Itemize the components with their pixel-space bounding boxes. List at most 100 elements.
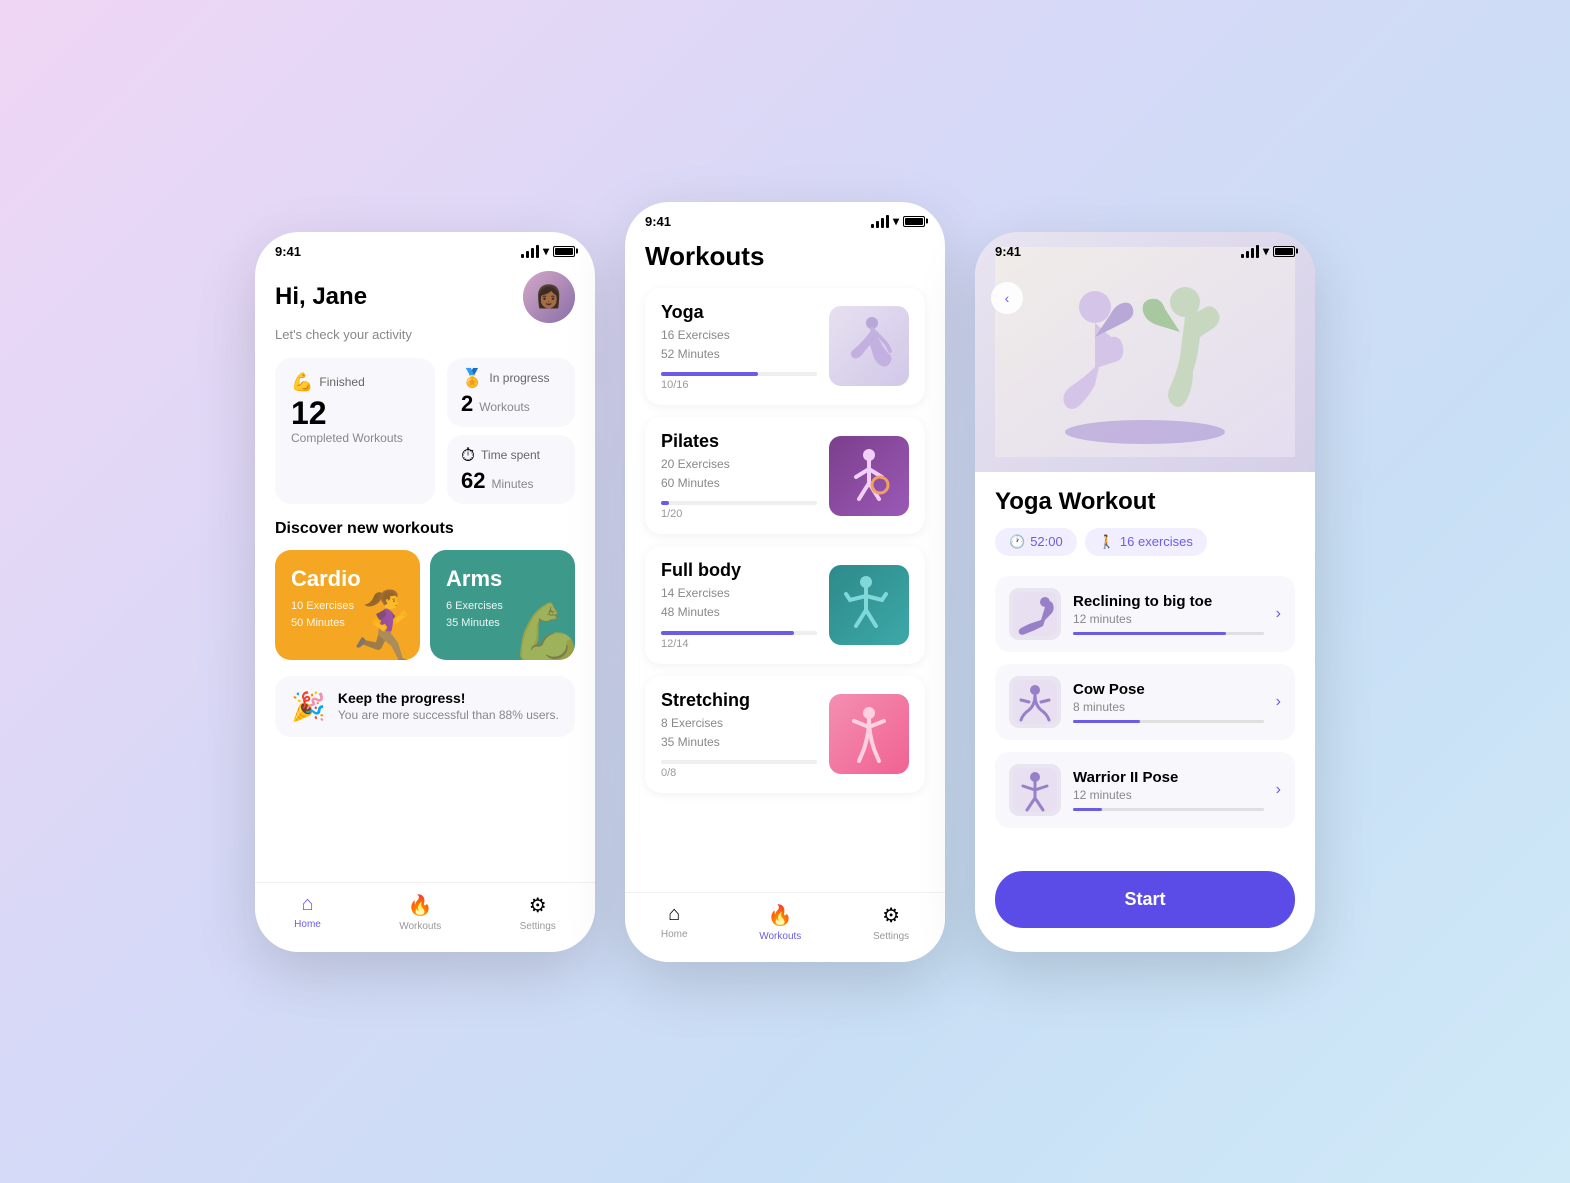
workouts-label-2: Workouts: [759, 931, 801, 942]
chevron-right-2[interactable]: ›: [1276, 693, 1281, 711]
yoga-exercises-label: 16 exercises: [1120, 534, 1193, 549]
yoga-info: Yoga 16 Exercises52 Minutes 10/16: [661, 302, 817, 391]
yoga-progress-bar: [661, 372, 817, 376]
exercise-thumb-2: [1009, 676, 1061, 728]
pilates-item[interactable]: Pilates 20 Exercises60 Minutes 1/20: [645, 417, 925, 534]
fullbody-progress-bar: [661, 631, 817, 635]
status-bar-3: 9:41 ▾: [975, 232, 1315, 263]
clock-icon: 🕐: [1009, 534, 1025, 550]
cow-pose-figure: [1013, 680, 1057, 724]
stretching-figure-svg: [834, 699, 904, 769]
chevron-right-1[interactable]: ›: [1276, 605, 1281, 623]
exercise-info-2: Cow Pose 8 minutes: [1073, 681, 1264, 723]
right-stats: 🏅 In progress 2 Workouts ⏱ Time spent: [447, 358, 575, 504]
nav-settings-2[interactable]: ⚙ Settings: [873, 903, 909, 942]
yoga-figure-svg: [834, 311, 904, 381]
promo-icon: 🎉: [291, 690, 326, 723]
bottom-nav-1: ⌂ Home 🔥 Workouts ⚙ Settings: [255, 882, 595, 952]
settings-label-2: Settings: [873, 931, 909, 942]
exercise-progress-bar-1: [1073, 632, 1264, 635]
fullbody-thumbnail: [829, 565, 909, 645]
yoga-exercises-tag: 🚶 16 exercises: [1085, 528, 1207, 556]
stretching-name: Stretching: [661, 690, 817, 711]
pilates-progress-fill: [661, 501, 669, 505]
exercise-item-2[interactable]: Cow Pose 8 minutes ›: [995, 664, 1295, 740]
home-content: Hi, Jane 👩🏾 Let's check your activity 💪 …: [255, 271, 595, 757]
exercise-progress-fill-3: [1073, 808, 1102, 811]
nav-workouts-1[interactable]: 🔥 Workouts: [399, 893, 441, 932]
fullbody-progress-fill: [661, 631, 794, 635]
nav-home-1[interactable]: ⌂ Home: [294, 893, 321, 932]
yoga-item[interactable]: Yoga 16 Exercises52 Minutes 10/16: [645, 288, 925, 405]
status-bar-2: 9:41 ▾: [625, 202, 945, 233]
stretching-progress-label: 0/8: [661, 767, 817, 779]
workouts-content: Workouts Yoga 16 Exercises52 Minutes 10/…: [625, 241, 945, 794]
arms-card[interactable]: Arms 6 Exercises35 Minutes 💪: [430, 550, 575, 660]
home-icon: ⌂: [301, 893, 313, 916]
pilates-info: Pilates 20 Exercises60 Minutes 1/20: [661, 431, 817, 520]
cardio-figure: 🏃‍♀️: [343, 588, 420, 660]
yoga-progress-label: 10/16: [661, 379, 817, 391]
battery-icon-3: [1273, 246, 1295, 257]
yoga-hero-illustration: [995, 247, 1295, 457]
fullbody-detail: 14 Exercises48 Minutes: [661, 584, 817, 622]
timespent-label-row: ⏱ Time spent: [461, 445, 561, 466]
stretching-thumbnail: [829, 694, 909, 774]
time-1: 9:41: [275, 244, 301, 259]
reclining-figure: [1013, 592, 1057, 636]
yoga-detail: 16 Exercises52 Minutes: [661, 326, 817, 364]
yoga-thumbnail: [829, 306, 909, 386]
finished-label-row: 💪 Finished: [291, 372, 419, 393]
back-button[interactable]: ‹: [991, 282, 1023, 314]
exercise-progress-fill-2: [1073, 720, 1140, 723]
timespent-sub: Minutes: [491, 477, 533, 491]
battery-icon-2: [903, 216, 925, 227]
exercise-progress-bar-2: [1073, 720, 1264, 723]
discover-title: Discover new workouts: [275, 520, 575, 538]
stretching-info: Stretching 8 Exercises35 Minutes 0/8: [661, 690, 817, 779]
exercise-progress-fill-1: [1073, 632, 1226, 635]
greeting-row: Hi, Jane 👩🏾: [275, 271, 575, 323]
exercise-thumb-3: [1009, 764, 1061, 816]
home-label: Home: [294, 919, 321, 930]
chevron-right-3[interactable]: ›: [1276, 781, 1281, 799]
finished-card: 💪 Finished 12 Completed Workouts: [275, 358, 435, 504]
exercise-item-1[interactable]: Reclining to big toe 12 minutes ›: [995, 576, 1295, 652]
nav-home-2[interactable]: ⌂ Home: [661, 903, 688, 942]
stretching-detail: 8 Exercises35 Minutes: [661, 714, 817, 752]
fullbody-info: Full body 14 Exercises48 Minutes 12/14: [661, 560, 817, 649]
start-button[interactable]: Start: [995, 871, 1295, 928]
nav-workouts-2[interactable]: 🔥 Workouts: [759, 903, 801, 942]
promo-sub: You are more successful than 88% users.: [338, 708, 559, 722]
exercise-name-1: Reclining to big toe: [1073, 593, 1264, 610]
home-label-2: Home: [661, 929, 688, 940]
exercise-item-3[interactable]: Warrior II Pose 12 minutes ›: [995, 752, 1295, 828]
battery-icon: [553, 246, 575, 257]
wifi-icon-3: ▾: [1263, 244, 1269, 258]
cardio-card[interactable]: Cardio 10 Exercises50 Minutes 🏃‍♀️: [275, 550, 420, 660]
phone-home: 9:41 ▾ Hi, Jane 👩🏾: [255, 232, 595, 952]
exercise-progress-bar-3: [1073, 808, 1264, 811]
nav-settings-1[interactable]: ⚙ Settings: [520, 893, 556, 932]
stretching-item[interactable]: Stretching 8 Exercises35 Minutes 0/8: [645, 676, 925, 793]
exercise-name-2: Cow Pose: [1073, 681, 1264, 698]
stats-row: 💪 Finished 12 Completed Workouts 🏅 In pr…: [275, 358, 575, 504]
fullbody-figure-svg: [834, 570, 904, 640]
signal-icon-3: [1241, 245, 1259, 258]
finished-label: Finished: [319, 375, 364, 389]
workout-cards-row: Cardio 10 Exercises50 Minutes 🏃‍♀️ Arms …: [275, 550, 575, 660]
exercise-duration-1: 12 minutes: [1073, 612, 1264, 626]
in-progress-card: 🏅 In progress 2 Workouts: [447, 358, 575, 427]
fullbody-item[interactable]: Full body 14 Exercises48 Minutes 12/14: [645, 546, 925, 663]
timespent-emoji: ⏱: [461, 445, 475, 466]
pilates-detail: 20 Exercises60 Minutes: [661, 455, 817, 493]
exercise-duration-3: 12 minutes: [1073, 788, 1264, 802]
settings-icon: ⚙: [529, 893, 547, 918]
exercise-duration-2: 8 minutes: [1073, 700, 1264, 714]
yoga-tags-row: 🕐 52:00 🚶 16 exercises: [995, 528, 1295, 556]
person-icon: 🚶: [1099, 534, 1115, 550]
signal-icon: [521, 245, 539, 258]
avatar: 👩🏾: [523, 271, 575, 323]
arms-figure: 💪: [510, 599, 575, 660]
exercise-name-3: Warrior II Pose: [1073, 769, 1264, 786]
